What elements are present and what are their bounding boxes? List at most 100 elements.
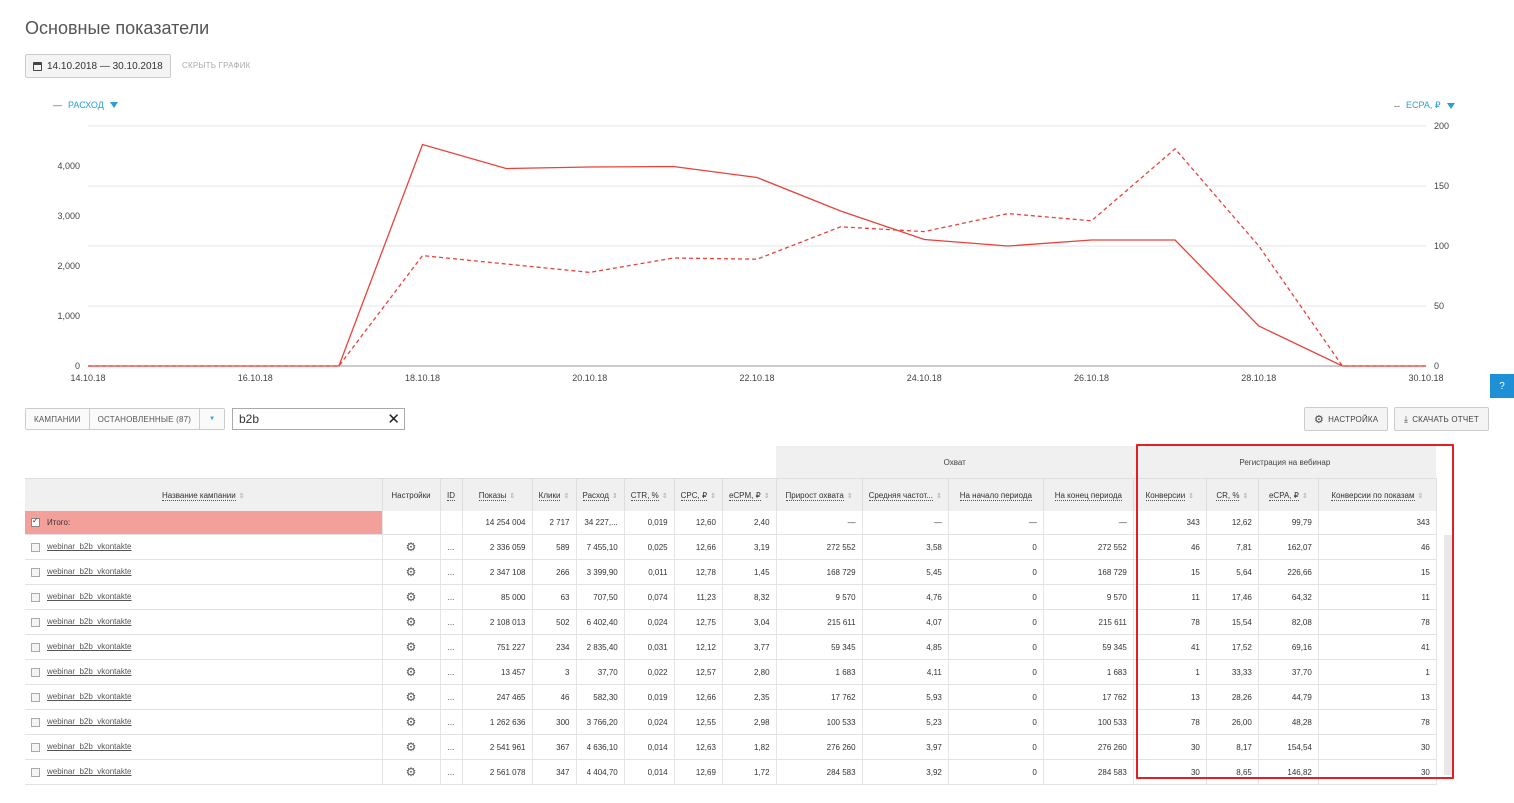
dashed-line-marker: -- <box>1394 100 1400 111</box>
cell: 154,54 <box>1258 734 1319 760</box>
campaign-name-cell: webinar_b2b_vkontakte <box>25 709 383 735</box>
download-report-button[interactable]: ⤓ СКАЧАТЬ ОТЧЕТ <box>1394 407 1490 431</box>
campaign-link[interactable]: webinar_b2b_vkontakte <box>47 767 132 776</box>
row-checkbox[interactable] <box>31 667 40 677</box>
table-row: webinar_b2b_vkontakte ⚙... 1 262 636 300 3 7… <box>25 709 1437 735</box>
campaign-link[interactable]: webinar_b2b_vkontakte <box>47 717 132 726</box>
cell: 12,60 <box>674 511 723 535</box>
row-checkbox[interactable] <box>31 592 40 602</box>
col-cr[interactable]: CR, % ⇕ <box>1206 478 1259 511</box>
col-name[interactable]: Название кампании ⇕ <box>25 478 383 511</box>
cell: 2 541 961 <box>462 734 533 760</box>
dropdown-caret-icon: ▼ <box>209 416 216 422</box>
clear-search-icon[interactable]: ✕ <box>387 410 400 428</box>
cell: 15 <box>1133 559 1207 585</box>
tab-stopped[interactable]: ОСТАНОВЛЕННЫЕ (87) <box>89 409 201 429</box>
col-period-start[interactable]: На начало периода <box>948 478 1044 511</box>
col-conv-by-impressions[interactable]: Конверсии по показам ⇕ <box>1318 478 1437 511</box>
cell: 1 683 <box>1043 659 1134 685</box>
status-dropdown[interactable]: ▼ <box>200 409 225 429</box>
cell: 0,022 <box>624 659 675 685</box>
cell: 11 <box>1318 584 1437 610</box>
col-period-end[interactable]: На конец периода <box>1043 478 1134 511</box>
settings-button[interactable]: ⚙ НАСТРОЙКА <box>1304 407 1389 431</box>
cell: 17,46 <box>1206 584 1259 610</box>
campaign-link[interactable]: webinar_b2b_vkontakte <box>47 692 132 701</box>
cell: 0,025 <box>624 534 675 560</box>
left-axis-metric-label: РАСХОД <box>68 100 104 110</box>
col-reach-growth[interactable]: Прирост охвата ⇕ <box>776 478 863 511</box>
col-cpc[interactable]: CPC, ₽ ⇕ <box>674 478 723 511</box>
left-axis-tick-label: 4,000 <box>57 161 80 171</box>
cell: 28,26 <box>1206 684 1259 710</box>
total-row: Итого: 14 254 004 2 717 34 227,... 0,019… <box>25 511 1437 535</box>
gear-icon[interactable]: ⚙ <box>406 715 417 729</box>
date-range-picker[interactable]: 14.10.2018 — 30.10.2018 <box>25 54 171 78</box>
gear-icon[interactable]: ⚙ <box>406 665 417 679</box>
left-axis-metric-selector[interactable]: — РАСХОД <box>53 100 118 110</box>
col-impressions[interactable]: Показы ⇕ <box>462 478 533 511</box>
row-checkbox[interactable] <box>31 617 40 627</box>
x-axis-tick-label: 28.10.18 <box>1241 373 1276 383</box>
cell: 5,45 <box>862 559 949 585</box>
campaign-name-cell: webinar_b2b_vkontakte <box>25 559 383 585</box>
col-clicks[interactable]: Клики ⇕ <box>532 478 577 511</box>
search-input[interactable]: b2b ✕ <box>232 408 405 430</box>
cell: 7,81 <box>1206 534 1259 560</box>
campaign-link[interactable]: webinar_b2b_vkontakte <box>47 542 132 551</box>
help-button[interactable]: ? <box>1490 374 1514 398</box>
row-checkbox[interactable] <box>31 642 40 652</box>
col-ecpm[interactable]: eCPM, ₽ ⇕ <box>722 478 777 511</box>
campaign-link[interactable]: webinar_b2b_vkontakte <box>47 742 132 751</box>
settings-button-label: НАСТРОЙКА <box>1328 414 1379 424</box>
table-row: webinar_b2b_vkontakte ⚙... 2 541 961 367 4 6… <box>25 734 1437 760</box>
row-checkbox[interactable] <box>31 567 40 577</box>
col-avg-frequency[interactable]: Средняя частот... ⇕ <box>862 478 949 511</box>
col-conversions[interactable]: Конверсии ⇕ <box>1133 478 1207 511</box>
cell: 4 636,10 <box>576 734 625 760</box>
row-checkbox[interactable] <box>31 692 40 702</box>
tab-campaigns[interactable]: КАМПАНИИ <box>26 409 90 429</box>
table-scrollbar[interactable] <box>1444 535 1454 775</box>
col-ctr[interactable]: CTR, % ⇕ <box>624 478 675 511</box>
row-checkbox[interactable] <box>31 767 40 777</box>
gear-icon[interactable]: ⚙ <box>406 740 417 754</box>
cell: 276 260 <box>1043 734 1134 760</box>
campaign-link[interactable]: webinar_b2b_vkontakte <box>47 567 132 576</box>
cell: 11 <box>1133 584 1207 610</box>
group-header-row: Охват Регистрация на вебинар <box>25 446 1437 479</box>
row-checkbox[interactable] <box>31 742 40 752</box>
right-axis-tick-label: 100 <box>1434 241 1449 251</box>
cell: 2 561 078 <box>462 759 533 785</box>
col-ecpa[interactable]: eCPA, ₽ ⇕ <box>1258 478 1319 511</box>
cell: 0,031 <box>624 634 675 660</box>
col-spend[interactable]: Расход ⇕ <box>576 478 625 511</box>
gear-icon[interactable]: ⚙ <box>406 590 417 604</box>
gear-icon[interactable]: ⚙ <box>406 540 417 554</box>
gear-icon[interactable]: ⚙ <box>406 565 417 579</box>
cell: 502 <box>532 609 577 635</box>
gear-icon[interactable]: ⚙ <box>406 615 417 629</box>
settings-cell: ⚙ <box>382 684 441 710</box>
cell: 582,30 <box>576 684 625 710</box>
col-id[interactable]: ID <box>440 478 463 511</box>
campaign-name-cell: webinar_b2b_vkontakte <box>25 759 383 785</box>
campaign-link[interactable]: webinar_b2b_vkontakte <box>47 617 132 626</box>
cell: 0,019 <box>624 684 675 710</box>
cell: 168 729 <box>1043 559 1134 585</box>
cell: 0,024 <box>624 709 675 735</box>
gear-icon[interactable]: ⚙ <box>406 640 417 654</box>
campaign-link[interactable]: webinar_b2b_vkontakte <box>47 667 132 676</box>
gear-icon[interactable]: ⚙ <box>406 690 417 704</box>
row-checkbox[interactable] <box>31 542 40 552</box>
table-row: webinar_b2b_vkontakte ⚙... 2 336 059 589 7 4… <box>25 534 1437 560</box>
cell: 2 717 <box>532 511 577 535</box>
right-axis-metric-selector[interactable]: -- ECPA, ₽ <box>1394 100 1455 111</box>
select-all-checkbox[interactable] <box>31 516 40 528</box>
right-axis-tick-label: 0 <box>1434 361 1439 371</box>
campaign-link[interactable]: webinar_b2b_vkontakte <box>47 642 132 651</box>
campaign-link[interactable]: webinar_b2b_vkontakte <box>47 592 132 601</box>
gear-icon[interactable]: ⚙ <box>406 765 417 779</box>
row-checkbox[interactable] <box>31 717 40 727</box>
hide-chart-link[interactable]: СКРЫТЬ ГРАФИК <box>182 61 251 70</box>
